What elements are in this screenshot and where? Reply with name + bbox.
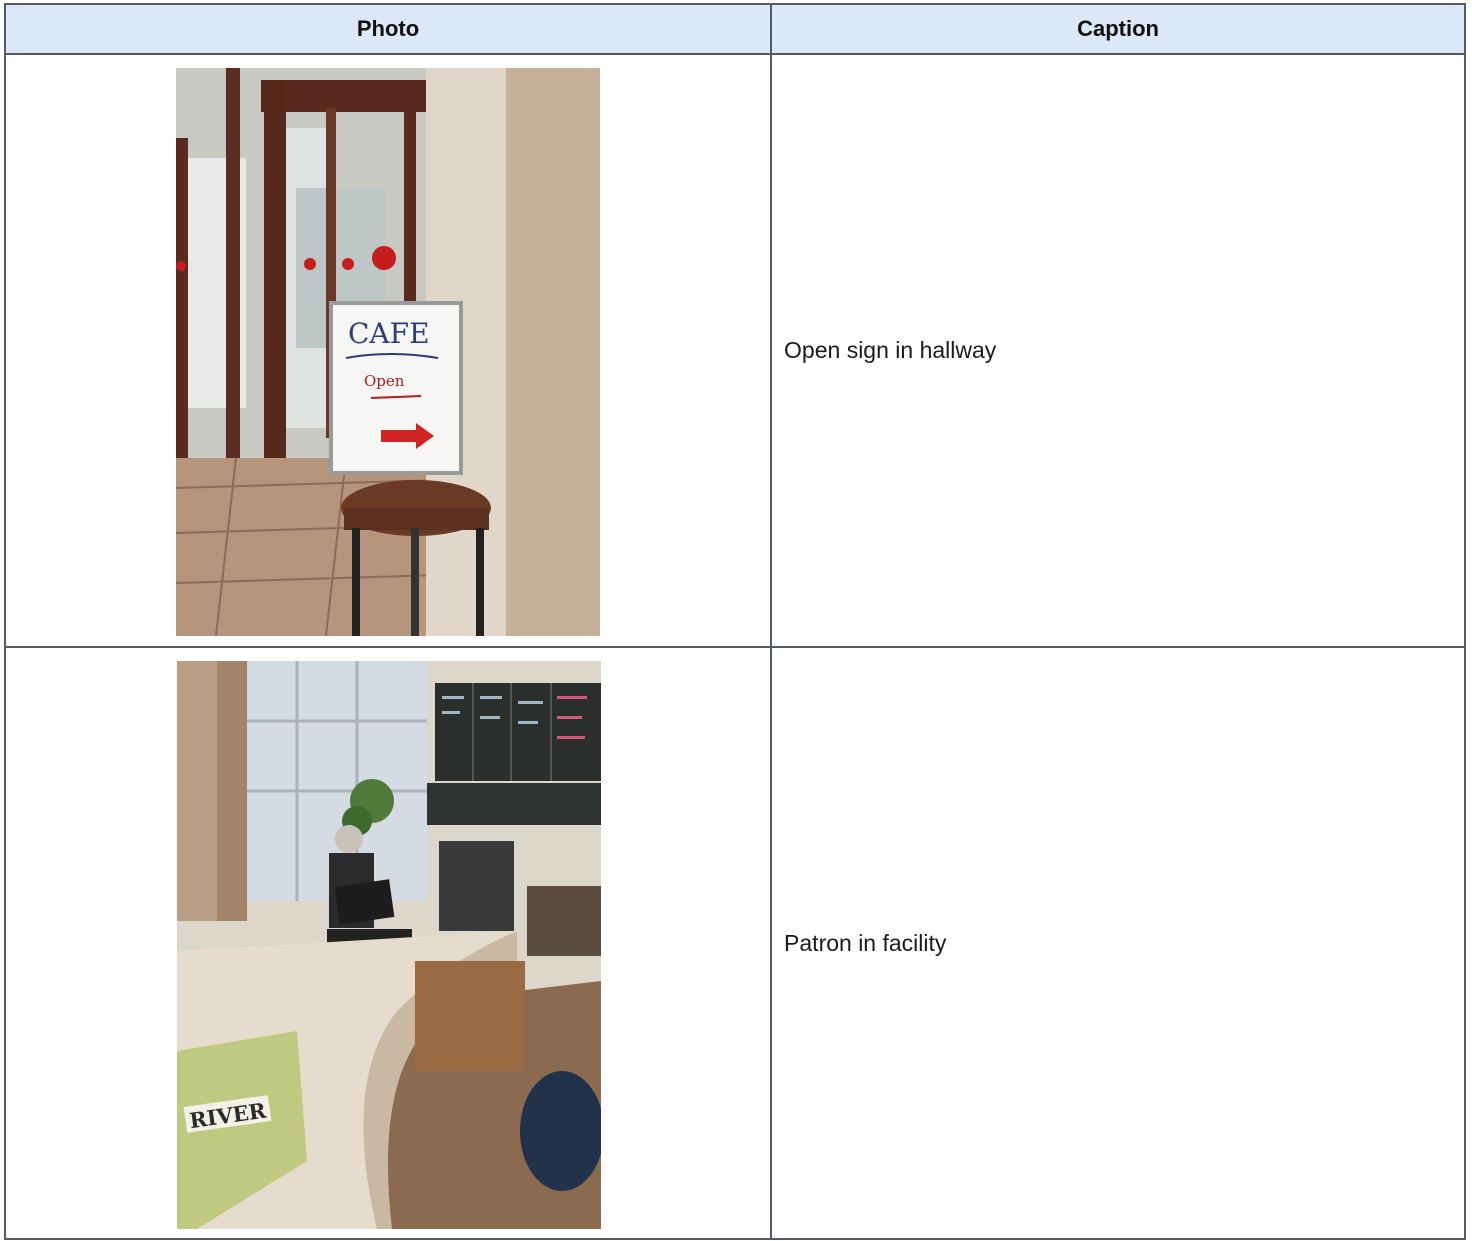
caption-cell: Open sign in hallway xyxy=(770,53,1466,648)
header-row: Photo Caption xyxy=(3,3,1466,55)
photo-cell: CAFE Open xyxy=(3,53,773,648)
photo-cell: RIVER xyxy=(3,646,773,1240)
hallway-sign-photo: CAFE Open xyxy=(176,68,600,636)
caption-column-header: Caption xyxy=(770,3,1466,55)
table-row: RIVER Patron in facility xyxy=(3,646,1466,1240)
sign-text: CAFE xyxy=(348,317,430,350)
table-row: CAFE Open Open sign in hallway xyxy=(3,53,1466,648)
photo-caption-table: Photo Caption CAFE Open Open sign in hal… xyxy=(3,3,1466,1240)
photo-column-header: Photo xyxy=(3,3,773,55)
cafe-counter-photo: RIVER xyxy=(177,661,601,1229)
caption-cell: Patron in facility xyxy=(770,646,1466,1240)
svg-text:Open: Open xyxy=(364,372,405,390)
